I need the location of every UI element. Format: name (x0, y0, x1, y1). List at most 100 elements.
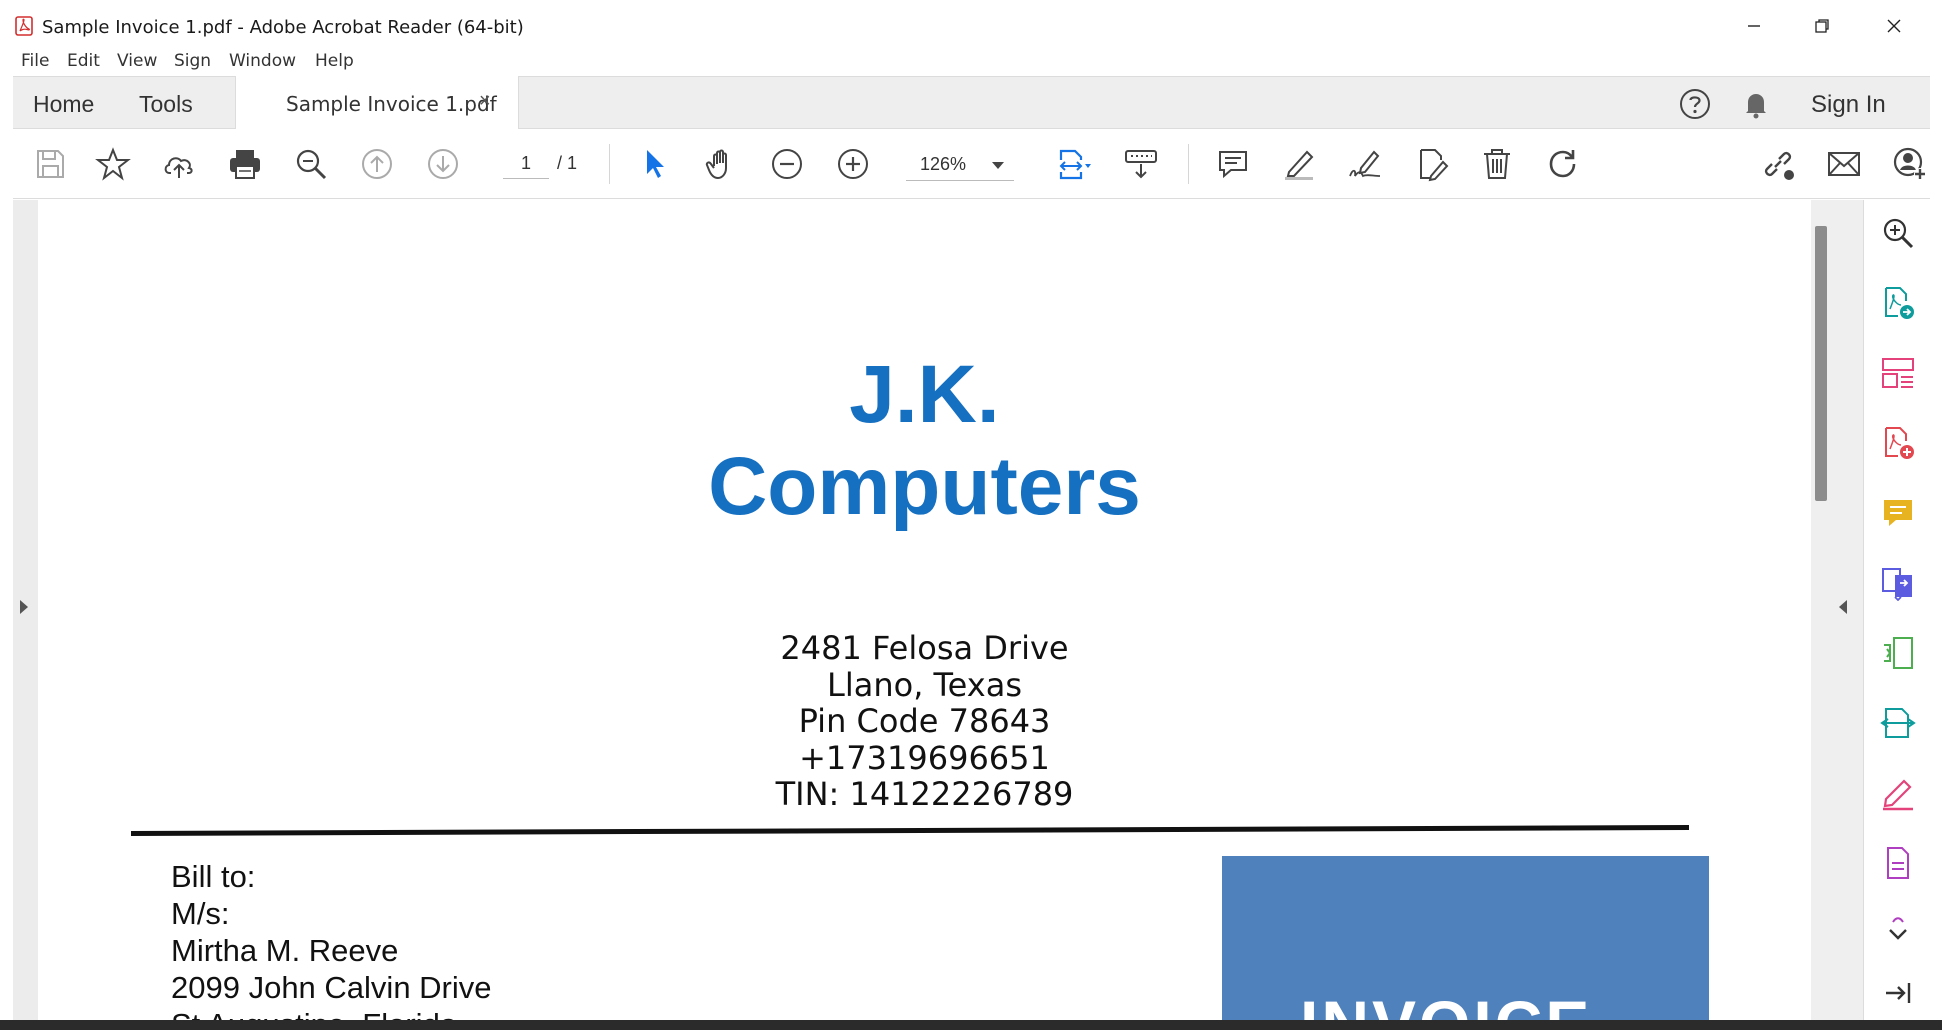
sidebar-send-for-review[interactable] (1880, 705, 1916, 741)
share-user-button[interactable] (1890, 144, 1930, 184)
header-divider (130, 825, 1690, 836)
menu-view[interactable]: View (117, 51, 157, 71)
taskbar-edge (0, 1020, 1942, 1030)
select-tool-button[interactable] (635, 144, 675, 184)
delete-button[interactable] (1477, 144, 1517, 184)
tab-document[interactable]: Sample Invoice 1.pdf × (235, 76, 519, 130)
toolbar-divider (1188, 144, 1189, 184)
sidebar-collapse[interactable] (1880, 975, 1916, 1011)
zoom-in-button[interactable] (833, 144, 873, 184)
scroll-mode-button[interactable] (1121, 144, 1161, 184)
restore-icon (1815, 19, 1829, 33)
chevron-down-icon (1889, 917, 1907, 940)
find-button[interactable] (291, 144, 331, 184)
sidebar-create-pdf[interactable] (1880, 425, 1916, 461)
help-icon[interactable] (1678, 87, 1712, 121)
sidebar-search-tool[interactable] (1880, 215, 1916, 251)
document-tab-label: Sample Invoice 1.pdf (286, 92, 497, 116)
tools-sidebar (1863, 200, 1930, 1020)
scrollbar-thumb[interactable] (1815, 226, 1827, 501)
sidebar-combine-files[interactable] (1880, 565, 1916, 602)
address-line: Llano, Texas (827, 665, 1022, 704)
menu-bar: File Edit View Sign Window Help (0, 44, 1942, 76)
menu-sign[interactable]: Sign (174, 51, 211, 71)
menu-window[interactable]: Window (229, 51, 296, 71)
page-number-input[interactable]: 1 (503, 151, 549, 179)
combine-files-icon (1882, 568, 1912, 602)
hand-icon (705, 149, 727, 180)
restore-button[interactable] (1800, 10, 1844, 42)
page-total: / 1 (557, 153, 578, 173)
save-icon (37, 150, 64, 178)
document-icon (1887, 847, 1909, 879)
pointer-icon (647, 150, 664, 178)
sidebar-comment[interactable] (1880, 495, 1916, 531)
bill-to-line: Mirtha M. Reeve (171, 933, 399, 968)
acrobat-app-icon (15, 16, 33, 36)
invoice-title: INVOICE (1300, 986, 1592, 1020)
menu-help[interactable]: Help (315, 51, 354, 71)
bill-to-line: St Augustine, Florida (171, 1006, 492, 1020)
sign-button[interactable] (1345, 144, 1385, 184)
tab-tools[interactable]: Tools (139, 91, 193, 118)
rotate-icon (1549, 150, 1576, 178)
invoice-title-box: INVOICE (1222, 856, 1709, 1020)
tab-home[interactable]: Home (33, 91, 94, 118)
bill-to-line: M/s: (171, 896, 230, 931)
organize-pages-icon (1882, 358, 1914, 388)
email-button[interactable] (1824, 144, 1864, 184)
previous-page-button[interactable] (357, 144, 397, 184)
notification-bell-icon[interactable] (1739, 87, 1773, 121)
zoom-search-icon (1883, 218, 1914, 249)
sidebar-organize-pages[interactable] (1880, 355, 1916, 391)
comment-note-icon (1884, 500, 1912, 526)
keyboard-down-icon (1125, 150, 1157, 179)
rotate-button[interactable] (1543, 144, 1583, 184)
close-tab-button[interactable]: × (479, 90, 491, 113)
company-name-line2: Computers (708, 441, 1141, 532)
link-icon (1764, 151, 1794, 180)
sidebar-fill-sign[interactable] (1880, 775, 1916, 811)
save-button[interactable] (30, 144, 70, 184)
pdf-page: J.K. Computers 2481 Felosa Drive Llano, … (38, 200, 1811, 1020)
address-line: 2481 Felosa Drive (780, 629, 1069, 667)
arrow-down-circle-icon (428, 149, 458, 179)
title-bar: Sample Invoice 1.pdf - Adobe Acrobat Rea… (0, 0, 1942, 44)
sidebar-compress[interactable] (1880, 635, 1916, 671)
toolbar-divider (609, 144, 610, 184)
trash-icon (1484, 149, 1510, 179)
toolbar: 1 / 1 126% (13, 129, 1930, 199)
page-fit-button[interactable] (1043, 144, 1103, 184)
user-add-icon (1893, 147, 1926, 180)
left-panel-toggle[interactable] (13, 200, 38, 1020)
zoom-out-button[interactable] (767, 144, 807, 184)
upload-button[interactable] (159, 144, 199, 184)
hand-tool-button[interactable] (701, 144, 741, 184)
company-name-line1: J.K. (849, 349, 1000, 440)
sidebar-expand-more[interactable] (1880, 915, 1916, 951)
company-address: 2481 Felosa Drive Llano, Texas Pin Code … (38, 630, 1811, 813)
next-page-button[interactable] (423, 144, 463, 184)
close-window-button[interactable] (1872, 10, 1916, 42)
pen-sign-icon (1349, 150, 1381, 178)
highlight-button[interactable] (1279, 144, 1319, 184)
share-link-button[interactable] (1758, 144, 1798, 184)
zoom-select[interactable]: 126% (906, 151, 1014, 181)
compress-icon (1884, 637, 1913, 669)
cloud-upload-icon (164, 157, 193, 178)
collapse-panel-icon (1886, 983, 1911, 1003)
edit-button[interactable] (1411, 144, 1451, 184)
close-icon (1887, 19, 1901, 33)
print-button[interactable] (225, 144, 265, 184)
comment-button[interactable] (1213, 144, 1253, 184)
fill-sign-icon (1883, 779, 1913, 811)
sidebar-more-tools[interactable] (1880, 845, 1916, 881)
minimize-button[interactable] (1732, 10, 1776, 42)
zoom-value: 126% (920, 154, 967, 174)
window-title: Sample Invoice 1.pdf - Adobe Acrobat Rea… (42, 17, 524, 38)
bookmark-button[interactable] (93, 144, 133, 184)
sign-in-button[interactable]: Sign In (1811, 91, 1886, 119)
menu-edit[interactable]: Edit (67, 51, 100, 71)
menu-file[interactable]: File (21, 51, 49, 71)
sidebar-export-pdf[interactable] (1880, 285, 1916, 321)
